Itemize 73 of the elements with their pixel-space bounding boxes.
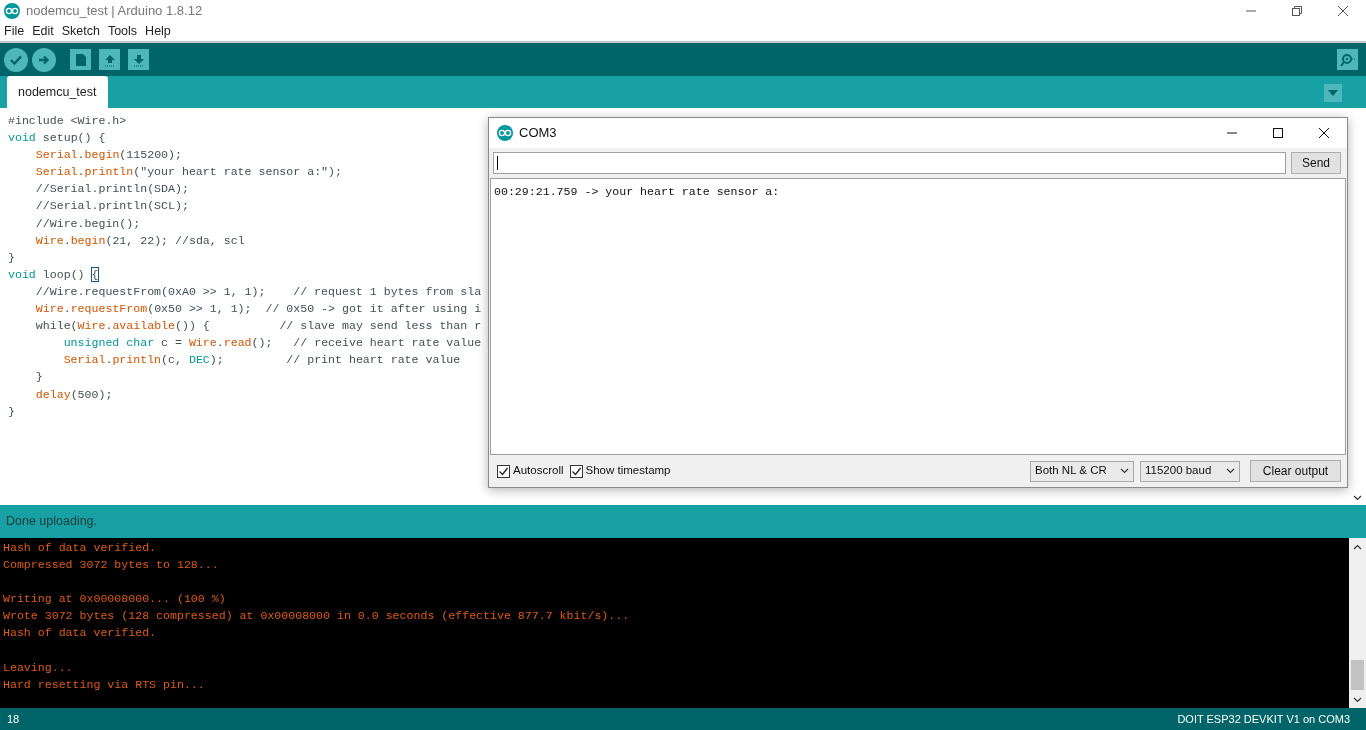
close-icon — [1318, 127, 1330, 139]
menu-item[interactable]: Help — [141, 22, 175, 41]
close-icon — [1337, 5, 1349, 17]
console-line: Writing at 0x00008000... (100 %) — [3, 591, 226, 608]
dropdown[interactable]: 115200 baud — [1140, 460, 1240, 482]
checkbox-label: Show timestamp — [585, 463, 671, 479]
console-line: Leaving... — [3, 659, 73, 676]
code-line: //Serial.println(SCL); — [34, 198, 189, 215]
checkbox[interactable] — [569, 464, 583, 478]
console-line: Wrote 3072 bytes (128 compressed) at 0x00008000 in 0.0 seconds (effective 877.7 kbit/s)... — [3, 608, 630, 625]
sketch-tab[interactable]: nodemcu_test — [7, 76, 108, 108]
board-info: DOIT ESP32 DEVKIT V1 on COM3 — [1177, 711, 1350, 727]
new-button[interactable] — [70, 49, 91, 70]
code-line: unsigned char c = Wire.read(); // receive heart rate value — [62, 335, 482, 352]
scrollbar-thumb[interactable] — [1351, 660, 1364, 690]
window-title: nodemcu_test | Arduino 1.8.12 — [26, 2, 203, 21]
console-line: Hash of data verified. — [3, 625, 157, 642]
code-line: Serial.println("your heart rate sensor a:"); — [34, 164, 342, 181]
code-line: Wire.begin(21, 22); //sda, scl — [34, 232, 245, 249]
code-line: //Wire.requestFrom(0xA0 >> 1, 1); // request 1 bytes from sla — [34, 283, 482, 300]
code-line: //Serial.println(SDA); — [34, 181, 189, 198]
code-line: } — [34, 369, 43, 386]
code-line: void loop() { — [8, 266, 99, 283]
arduino-logo-icon — [497, 125, 513, 141]
arrow-up-icon — [102, 52, 117, 67]
serial-output-line: 00:29:21.759 -> your heart rate sensor a: — [494, 184, 780, 200]
message-input-field[interactable] — [493, 152, 1286, 174]
caret-icon — [1328, 90, 1338, 96]
chevron-up-icon — [1353, 544, 1362, 550]
verify-button[interactable] — [4, 47, 28, 72]
line-number: 18 — [7, 711, 20, 727]
clear-output-button[interactable]: Clear output — [1250, 460, 1341, 482]
console-line: Compressed 3072 bytes to 128... — [3, 557, 219, 574]
code-line: Serial.println(c, DEC); // print heart rate value — [62, 352, 461, 369]
chevron-down-icon — [1353, 495, 1362, 501]
serial-monitor-button[interactable] — [1337, 49, 1358, 70]
scrollbar[interactable] — [1349, 538, 1366, 708]
upload-button[interactable] — [32, 47, 56, 72]
arrow-down-icon — [131, 52, 146, 67]
menu-item[interactable]: Tools — [103, 22, 142, 41]
chevron-down-icon — [1226, 468, 1235, 474]
save-button[interactable] — [128, 49, 149, 70]
console-line: Hard resetting via RTS pin... — [3, 676, 205, 693]
status-message: Done uploading. — [6, 513, 98, 531]
magnifier-icon — [1339, 51, 1356, 68]
check-icon — [570, 465, 582, 477]
code-line: } — [8, 403, 15, 420]
chevron-down-icon — [1120, 468, 1129, 474]
checkbox[interactable] — [497, 464, 510, 478]
restore-icon — [1291, 5, 1303, 17]
tab-menu-button[interactable] — [1324, 84, 1342, 102]
chevron-down-icon — [1353, 697, 1362, 703]
code-line: delay(500); — [34, 386, 113, 403]
code-line: Wire.requestFrom(0x50 >> 1, 1); // 0x50 -> got it after using i — [34, 301, 482, 318]
console-line: Hash of data verified. — [3, 540, 157, 556]
window-title: COM3 — [519, 124, 557, 143]
menu-item[interactable]: Sketch — [57, 22, 104, 41]
code-line: } — [8, 249, 15, 266]
menu-item[interactable]: File — [0, 22, 29, 41]
code-line: while(Wire.available()) { // slave may send less than r — [34, 318, 482, 335]
dropdown[interactable]: Both NL & CR — [1030, 460, 1134, 482]
document-icon — [74, 52, 87, 67]
open-button[interactable] — [99, 49, 120, 70]
code-line: #include <Wire.h> — [8, 113, 127, 129]
maximize-icon — [1272, 127, 1284, 139]
code-line: void setup() { — [8, 130, 106, 147]
send-button[interactable]: Send — [1290, 152, 1341, 174]
check-icon — [498, 465, 509, 477]
code-line: //Wire.begin(); — [34, 215, 141, 232]
menu-item[interactable]: Edit — [28, 22, 58, 41]
code-line: Serial.begin(115200); — [34, 147, 182, 164]
arduino-logo-icon — [4, 3, 20, 19]
checkbox-label: Autoscroll — [513, 463, 564, 479]
